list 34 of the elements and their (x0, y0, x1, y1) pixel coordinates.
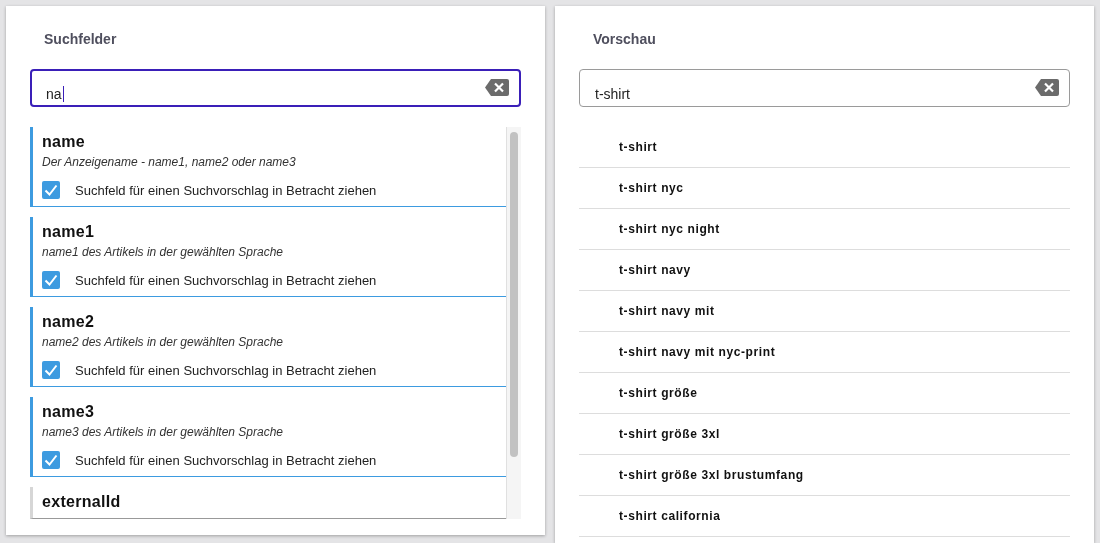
suggestion[interactable]: t-shirt größe (619, 386, 698, 400)
suggestion[interactable]: t-shirt größe 3xl (619, 427, 720, 441)
suggestion[interactable]: t-shirt nyc (619, 181, 684, 195)
field-name: name (42, 133, 86, 151)
checkbox-label[interactable]: Suchfeld für einen Suchvorschlag in Betracht ziehen (75, 272, 377, 288)
field-name: externalId (42, 493, 122, 511)
search-field[interactable]: na (30, 69, 521, 107)
checkbox[interactable] (42, 271, 60, 289)
suggestion[interactable]: t-shirt nyc night (619, 222, 720, 236)
field-name: name2 (42, 313, 96, 331)
search-field[interactable]: t-shirt (579, 69, 1070, 107)
suggestion[interactable]: t-shirt navy mit (619, 304, 715, 318)
field-name: name3 (42, 403, 96, 421)
suggestion[interactable]: t-shirt navy (619, 263, 691, 277)
suggestion[interactable]: t-shirt navy mit nyc-print (619, 345, 776, 359)
clear-icon[interactable] (485, 78, 509, 96)
field-description: name1 des Artikels in der gewählten Sprache (42, 245, 285, 259)
checkbox[interactable] (42, 451, 60, 469)
field-name: name1 (42, 223, 96, 241)
field-description: Der Anzeigename - name1, name2 oder name3 (42, 155, 297, 169)
checkbox-label[interactable]: Suchfeld für einen Suchvorschlag in Betracht ziehen (75, 452, 377, 468)
scrollbar[interactable] (506, 127, 521, 519)
clear-icon[interactable] (1035, 78, 1059, 96)
checkbox-label[interactable]: Suchfeld für einen Suchvorschlag in Betracht ziehen (75, 362, 377, 378)
field-description: name2 des Artikels in der gewählten Sprache (42, 335, 285, 349)
suggestion[interactable]: t-shirt größe 3xl brustumfang (619, 468, 804, 482)
panel-title: Vorschau (592, 30, 657, 49)
suggestion[interactable]: t-shirt california (619, 509, 721, 523)
checkbox[interactable] (42, 361, 60, 379)
field-description: name3 des Artikels in der gewählten Sprache (42, 425, 285, 439)
suggestion[interactable]: t-shirt (619, 140, 658, 154)
checkbox[interactable] (42, 181, 60, 199)
panel-title: Suchfelder (43, 30, 118, 49)
checkbox-label[interactable]: Suchfeld für einen Suchvorschlag in Betracht ziehen (75, 182, 377, 198)
